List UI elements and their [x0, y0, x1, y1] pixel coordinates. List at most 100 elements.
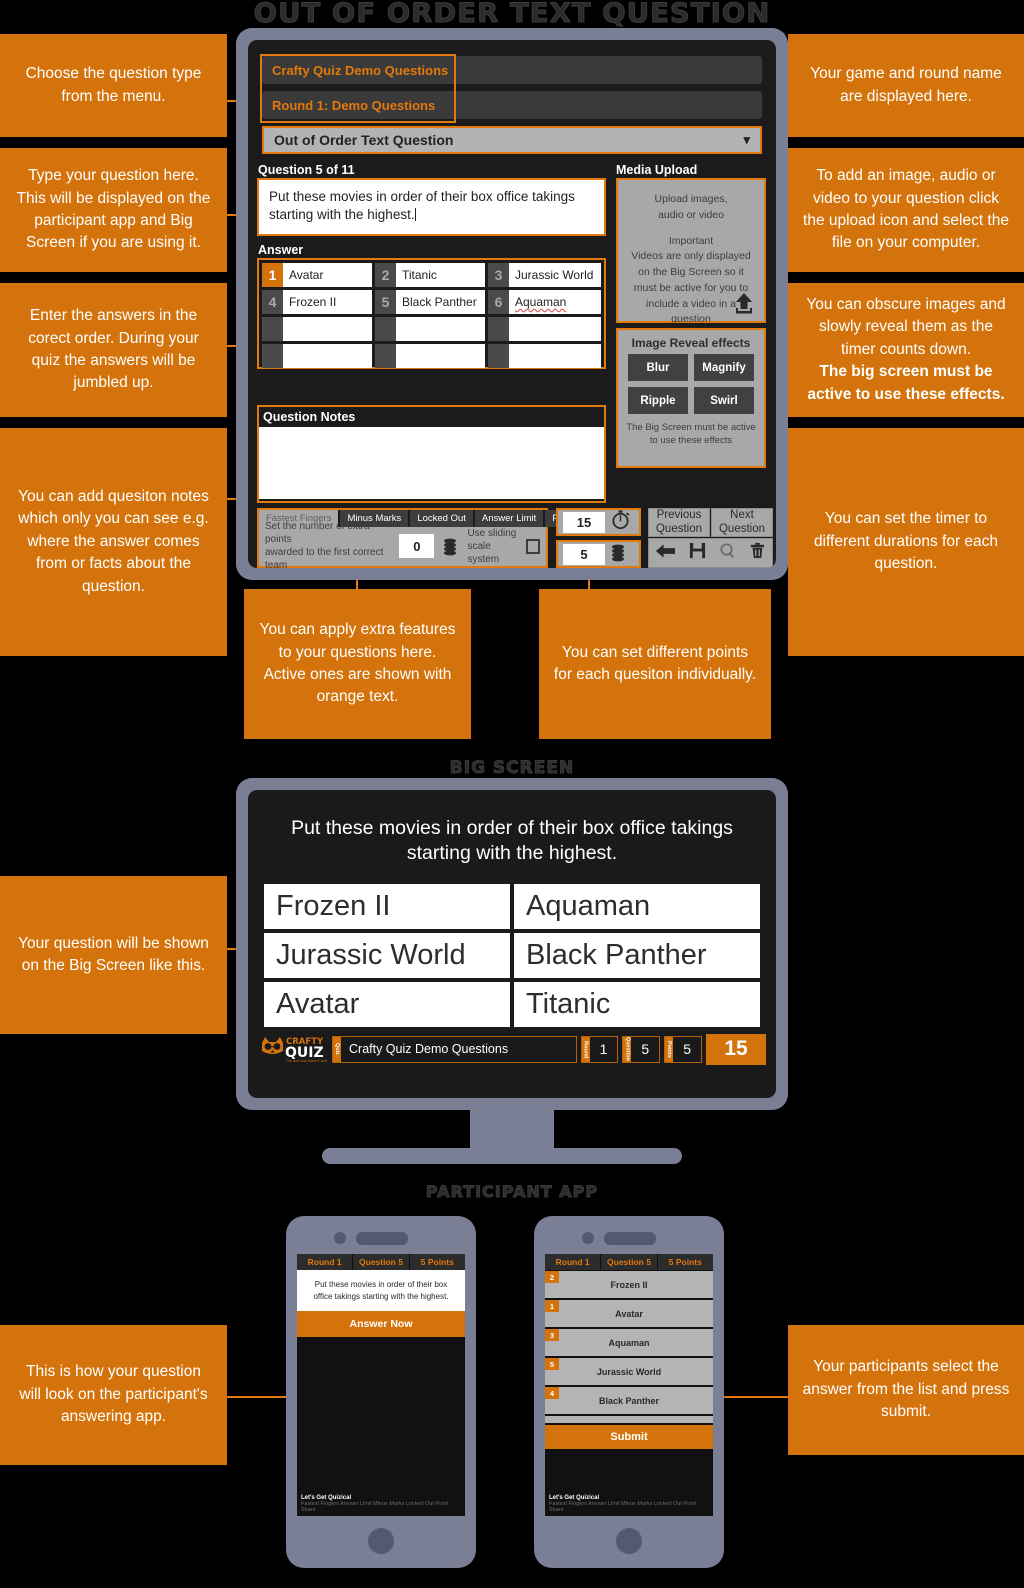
section-title-participant-app: PARTICIPANT APP [425, 1182, 599, 1202]
phone-answer-label: Avatar [615, 1308, 643, 1319]
phone-footer: Let's Get Quizical Fastest Fingers Answe… [297, 1493, 465, 1516]
answer-text[interactable]: Titanic [395, 263, 485, 287]
upload-arrow-icon[interactable] [732, 291, 756, 315]
participant-phone-answers: Round 1 Question 5 5 Points 2 Frozen II … [534, 1216, 724, 1568]
media-upload-panel[interactable]: Upload images, audio or video Important … [616, 178, 766, 325]
answer-number [262, 317, 283, 341]
monitor-stand-base [322, 1148, 682, 1164]
effect-swirl-button[interactable]: Swirl [694, 387, 754, 414]
answer-text[interactable] [395, 344, 485, 368]
answer-text[interactable]: Frozen II [283, 290, 372, 314]
answer-cell[interactable] [262, 344, 375, 368]
previous-question-button[interactable]: Previous Question [648, 508, 710, 537]
answer-cell[interactable] [487, 344, 601, 368]
phone-answer-label: Jurassic World [596, 1366, 662, 1377]
phone-speaker [356, 1232, 408, 1245]
answer-text[interactable]: Avatar [283, 263, 372, 287]
submit-button[interactable]: Submit [545, 1425, 713, 1449]
phone-camera [582, 1232, 594, 1244]
game-name-text: Crafty Quiz Demo Questions [272, 62, 449, 78]
phone-answer-option[interactable]: 3 Aquaman [545, 1329, 713, 1356]
phone-tab-points: 5 Points [657, 1254, 713, 1270]
answer-number [374, 344, 396, 368]
answer-text[interactable] [283, 317, 372, 341]
answer-text[interactable] [395, 317, 485, 341]
effect-blur-button[interactable]: Blur [628, 354, 688, 381]
answer-cell[interactable] [374, 344, 488, 368]
save-icon[interactable] [689, 542, 706, 564]
answer-now-button[interactable]: Answer Now [297, 1311, 465, 1338]
phone-answer-option[interactable]: 4 Black Panther [545, 1387, 713, 1414]
question-type-select[interactable]: Out of Order Text Question ▾ [262, 126, 762, 154]
media-upload-hint-1: Upload images, [654, 193, 728, 205]
timer-value[interactable]: 15 [563, 511, 605, 533]
answer-number: 3 [487, 263, 509, 287]
phone-home-button[interactable] [616, 1528, 642, 1554]
answer-text[interactable] [508, 344, 601, 368]
coins-icon[interactable] [610, 542, 627, 567]
points-value[interactable]: 5 [563, 543, 605, 565]
phone-answer-option[interactable]: 5 Jurassic World [545, 1358, 713, 1385]
phone-footer: Let's Get Quizical Fastest Fingers Answe… [545, 1493, 713, 1516]
effect-ripple-button[interactable]: Ripple [628, 387, 688, 414]
answer-text[interactable] [508, 317, 601, 341]
stopwatch-icon[interactable] [610, 509, 631, 535]
phone-answer-option[interactable]: 1 Avatar [545, 1300, 713, 1327]
sliding-scale-checkbox[interactable] [526, 538, 540, 554]
phone-tab-round: Round 1 [545, 1254, 602, 1270]
participant-phone-question: Round 1 Question 5 5 Points Put these mo… [286, 1216, 476, 1568]
answer-text[interactable]: Black Panther [395, 290, 485, 314]
answer-number: 2 [374, 263, 396, 287]
big-screen-option: Black Panther [514, 932, 760, 978]
next-question-button[interactable]: Next Question [711, 508, 773, 537]
answer-cell[interactable]: 3 Jurassic World [487, 263, 601, 287]
timer-control[interactable]: 15 [556, 508, 641, 536]
answer-number: 1 [262, 263, 283, 287]
phone-answer-label: Frozen II [610, 1279, 648, 1290]
big-screen-quiz-chip: Quiz Crafty Quiz Demo Questions [332, 1035, 577, 1063]
extra-points-input[interactable]: 0 [399, 534, 435, 558]
answer-cell[interactable] [262, 317, 375, 341]
feature-tab-answer-limit[interactable]: Answer Limit [474, 510, 544, 527]
big-screen-question-text: Put these movies in order of their box o… [291, 817, 733, 864]
question-type-value: Out of Order Text Question [274, 132, 454, 148]
callout-extra-features: You can apply extra features to your que… [244, 589, 471, 739]
sliding-scale-line2: scale system [467, 540, 500, 565]
answer-cell[interactable]: 1 Avatar [262, 263, 375, 287]
media-upload-label: Media Upload [616, 163, 698, 177]
answer-row: 4 Frozen II 5 Black Panther 6 Aquaman [262, 290, 601, 314]
sliding-scale-line1: Use sliding [467, 527, 517, 539]
phone-answer-rank: 5 [545, 1358, 559, 1370]
phone-answer-option[interactable]: 2 Frozen II [545, 1271, 713, 1298]
feature-tab-locked-out[interactable]: Locked Out [410, 510, 473, 527]
back-arrow-icon[interactable] [655, 543, 676, 564]
answer-cell[interactable] [374, 317, 488, 341]
callout-question-type: Choose the question type from the menu. [0, 34, 227, 137]
phone-footer-features: Fastest Fingers Answer Limit Minus Marks… [549, 1501, 697, 1513]
answer-cell[interactable] [487, 317, 601, 341]
question-notes-input[interactable] [259, 427, 604, 499]
editor-screen: Crafty Quiz Demo Questions Round 1: Demo… [248, 40, 776, 568]
answer-text[interactable]: Jurassic World [508, 263, 601, 287]
coins-stepper-icon[interactable] [442, 536, 459, 556]
answer-row [262, 344, 601, 368]
answer-cell[interactable]: 4 Frozen II [262, 290, 375, 314]
effect-magnify-button[interactable]: Magnify [694, 354, 754, 381]
preview-icon[interactable] [719, 542, 736, 564]
phone-home-button[interactable] [368, 1528, 394, 1554]
big-screen-option: Frozen II [264, 883, 510, 929]
answer-cell[interactable]: 6 Aquaman [487, 290, 601, 314]
answer-text[interactable] [283, 344, 372, 368]
answer-text[interactable]: Aquaman [508, 290, 601, 314]
delete-icon[interactable] [749, 542, 766, 564]
answer-row: 1 Avatar 2 Titanic 3 Jurassic World [262, 263, 601, 287]
phone-tab-points: 5 Points [409, 1254, 465, 1270]
question-text-input[interactable]: Put these movies in order of their box o… [257, 178, 606, 236]
connector-12 [227, 1396, 292, 1398]
big-screen-quiz-value: Crafty Quiz Demo Questions [341, 1036, 576, 1062]
phone-tab-round: Round 1 [297, 1254, 354, 1270]
callout-media-upload: To add an image, audio or video to your … [788, 148, 1024, 272]
answer-cell[interactable]: 2 Titanic [374, 263, 488, 287]
points-control[interactable]: 5 [556, 540, 641, 568]
answer-cell[interactable]: 5 Black Panther [374, 290, 488, 314]
